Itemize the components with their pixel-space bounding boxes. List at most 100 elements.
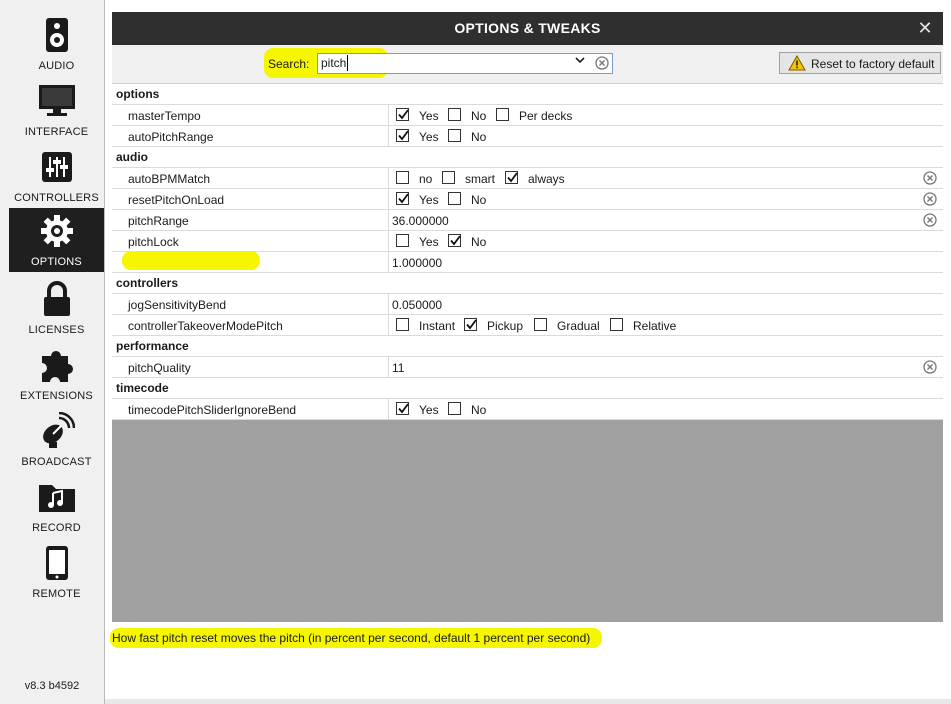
checkbox-gradual[interactable]	[534, 318, 547, 331]
option-row-masterTempo[interactable]: masterTempo Yes No Per decks	[112, 105, 943, 126]
option-value[interactable]: 1.000000	[392, 256, 442, 270]
mixer-sliders-icon	[9, 146, 104, 188]
option-row-pitchRange[interactable]: pitchRange 36.000000	[112, 210, 943, 231]
option-name: controllerTakeoverModePitch	[128, 319, 283, 333]
column-separator	[388, 315, 389, 336]
checkbox-label: Yes	[419, 193, 439, 207]
checkbox-label: smart	[465, 172, 495, 186]
checkbox-label: No	[471, 130, 487, 144]
checkbox-no[interactable]	[448, 192, 461, 205]
sidebar-item-label: REMOTE	[32, 588, 81, 600]
checkbox-label: Yes	[419, 403, 439, 417]
music-folder-icon	[9, 476, 104, 518]
checkbox-yes[interactable]	[396, 234, 409, 247]
version-label: v8.3 b4592	[24, 680, 80, 692]
sidebar-item-audio[interactable]: AUDIO	[9, 12, 104, 76]
column-separator	[388, 168, 389, 189]
sidebar-item-remote[interactable]: REMOTE	[9, 540, 104, 604]
clear-search-icon[interactable]	[595, 56, 609, 70]
checkbox-instant[interactable]	[396, 318, 409, 331]
option-row-timecodePitchSliderIgnoreBend[interactable]: timecodePitchSliderIgnoreBend Yes No	[112, 399, 943, 420]
option-name: timecodePitchSliderIgnoreBend	[128, 403, 297, 417]
option-name: pitchRange	[128, 214, 189, 228]
sidebar-item-broadcast[interactable]: BROADCAST	[9, 408, 104, 472]
checkbox-per-decks[interactable]	[496, 108, 509, 121]
checkbox-label: no	[419, 172, 433, 186]
sidebar-item-controllers[interactable]: CONTROLLERS	[9, 144, 104, 208]
option-row-autoBPMMatch[interactable]: autoBPMMatch no smart always	[112, 168, 943, 189]
sidebar-item-label: CONTROLLERS	[14, 192, 99, 204]
group-header-controllers: controllers	[112, 273, 943, 294]
sidebar-item-licenses[interactable]: LICENSES	[9, 276, 104, 340]
sidebar-item-record[interactable]: RECORD	[9, 474, 104, 538]
tablet-icon	[9, 542, 104, 584]
reset-factory-default-button[interactable]: Reset to factory default	[779, 52, 941, 74]
checkmark-icon	[398, 109, 409, 120]
checkmark-icon	[398, 130, 409, 141]
option-row-resetPitchOnLoad[interactable]: resetPitchOnLoad Yes No	[112, 189, 943, 210]
checkmark-icon	[466, 319, 477, 330]
grid-empty-area	[112, 420, 943, 622]
option-row-pitchQuality[interactable]: pitchQuality 11	[112, 357, 943, 378]
sidebar-item-label: RECORD	[32, 522, 81, 534]
sidebar-item-options[interactable]: OPTIONS	[9, 208, 104, 272]
selected-option-highlight	[122, 251, 260, 270]
column-separator	[388, 126, 389, 147]
option-name: jogSensitivityBend	[128, 298, 227, 312]
checkbox-no[interactable]	[448, 108, 461, 121]
group-label: controllers	[116, 276, 179, 290]
checkbox-no[interactable]	[448, 234, 461, 247]
sidebar-item-label: BROADCAST	[21, 456, 92, 468]
warning-icon	[788, 54, 806, 71]
option-name: resetPitchOnLoad	[128, 193, 225, 207]
option-name: masterTempo	[128, 109, 201, 123]
reset-option-icon[interactable]	[923, 360, 937, 374]
monitor-icon	[9, 80, 104, 122]
sidebar-item-label: OPTIONS	[31, 256, 82, 268]
bottom-strip	[105, 699, 951, 704]
checkbox-label: always	[528, 172, 565, 186]
search-input[interactable]	[317, 53, 613, 74]
group-header-audio: audio	[112, 147, 943, 168]
checkbox-always[interactable]	[505, 171, 518, 184]
reset-option-icon[interactable]	[923, 192, 937, 206]
speaker-icon	[9, 14, 104, 56]
group-label: audio	[116, 150, 148, 164]
reset-option-icon[interactable]	[923, 213, 937, 227]
checkbox-yes[interactable]	[396, 129, 409, 142]
lock-icon	[9, 278, 104, 320]
sidebar-divider	[104, 0, 105, 704]
checkbox-label: Yes	[419, 130, 439, 144]
option-value[interactable]: 36.000000	[392, 214, 449, 228]
sidebar-item-label: LICENSES	[28, 324, 85, 336]
dialog-title-bar: OPTIONS & TWEAKS ✕	[112, 12, 943, 45]
option-row-controllerTakeoverModePitch[interactable]: controllerTakeoverModePitch Instant Pickup…	[112, 315, 943, 336]
option-value[interactable]: 11	[392, 361, 404, 375]
checkbox-label: Gradual	[557, 319, 600, 333]
checkbox-no[interactable]	[396, 171, 409, 184]
column-separator	[388, 294, 389, 315]
option-row-autoPitchRange[interactable]: autoPitchRange Yes No	[112, 126, 943, 147]
sidebar-item-label: AUDIO	[38, 60, 75, 72]
checkbox-label: No	[471, 235, 487, 249]
checkbox-relative[interactable]	[610, 318, 623, 331]
checkbox-smart[interactable]	[442, 171, 455, 184]
gear-icon	[9, 210, 104, 252]
close-icon[interactable]: ✕	[915, 18, 935, 38]
sidebar-item-interface[interactable]: INTERFACE	[9, 78, 104, 142]
sidebar-item-extensions[interactable]: EXTENSIONS	[9, 342, 104, 406]
checkbox-yes[interactable]	[396, 192, 409, 205]
option-row-pitchLock[interactable]: pitchLock Yes No	[112, 231, 943, 252]
group-header-performance: performance	[112, 336, 943, 357]
checkbox-no[interactable]	[448, 129, 461, 142]
checkbox-no[interactable]	[448, 402, 461, 415]
chevron-down-icon[interactable]	[575, 55, 585, 68]
option-value[interactable]: 0.050000	[392, 298, 442, 312]
checkbox-yes[interactable]	[396, 402, 409, 415]
checkbox-yes[interactable]	[396, 108, 409, 121]
checkbox-label: Relative	[633, 319, 677, 333]
reset-option-icon[interactable]	[923, 171, 937, 185]
checkbox-label: No	[471, 109, 487, 123]
option-row-jogSensitivityBend[interactable]: jogSensitivityBend 0.050000	[112, 294, 943, 315]
checkbox-pickup[interactable]	[464, 318, 477, 331]
